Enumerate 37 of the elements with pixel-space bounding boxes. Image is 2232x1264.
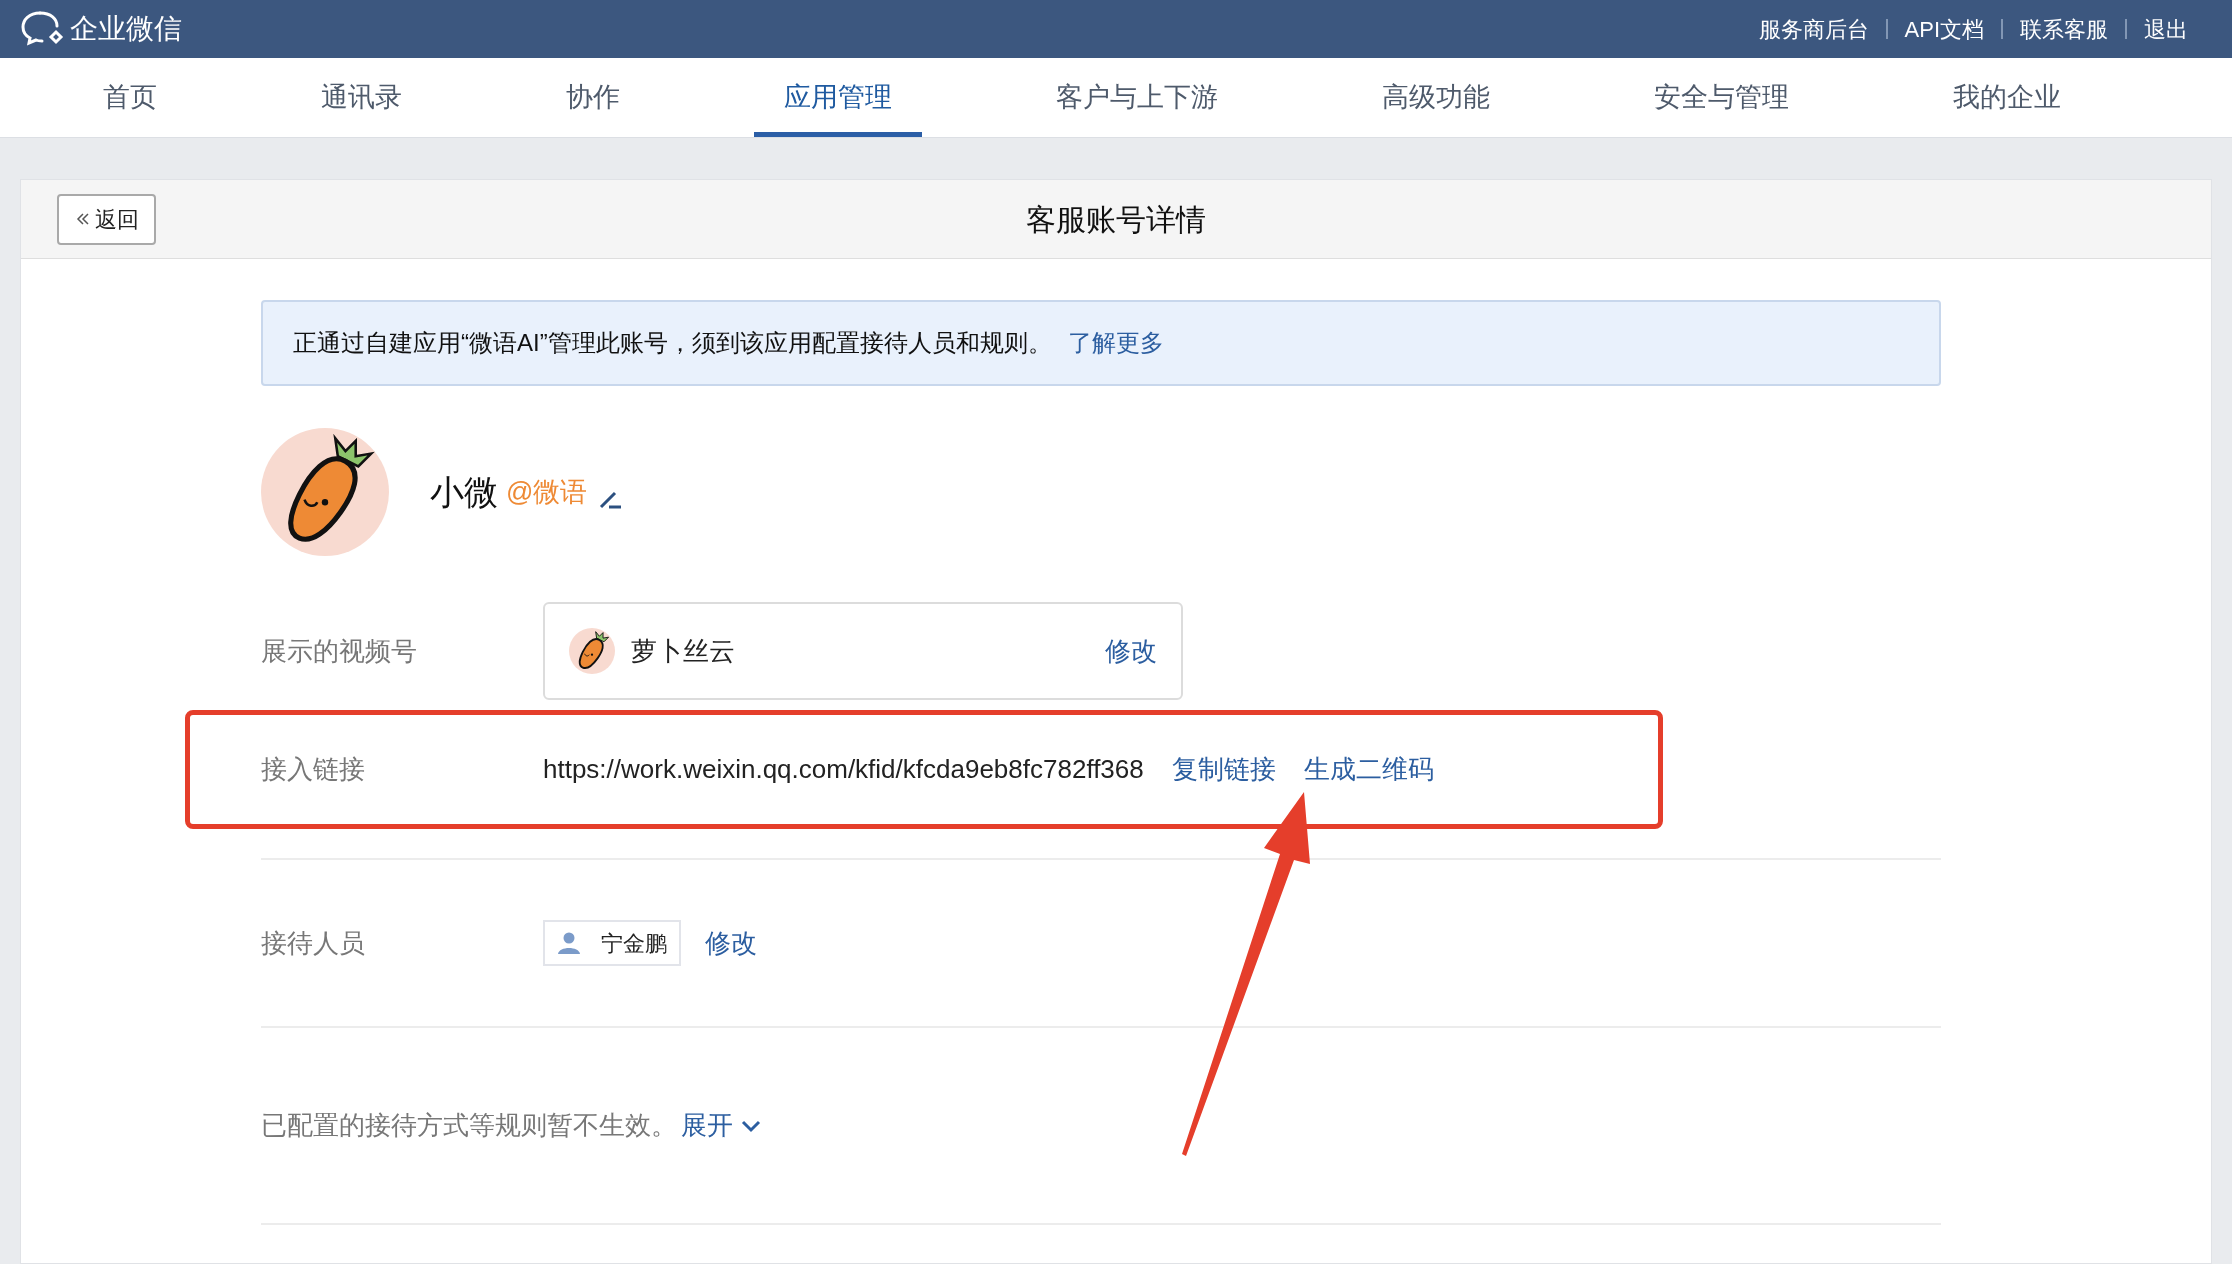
chevron-down-icon bbox=[741, 1118, 761, 1133]
action-link[interactable]: 修改 bbox=[705, 923, 757, 963]
chat-logo-icon bbox=[20, 10, 66, 48]
header-link[interactable]: 退出 bbox=[2144, 12, 2188, 46]
notice-text: 正通过自建应用“微语AI”管理此账号，须到该应用配置接待人员和规则。 bbox=[293, 328, 1052, 358]
pencil-icon[interactable] bbox=[599, 489, 624, 509]
action-link[interactable]: 生成二维码 bbox=[1303, 750, 1434, 789]
page-title: 客服账号详情 bbox=[1026, 201, 1206, 238]
account-handle: @微语 bbox=[506, 475, 588, 509]
rules-note: 已配置的接待方式等规则暂不生效。 bbox=[261, 1109, 677, 1142]
person-name: 宁金鹏 bbox=[601, 929, 667, 958]
nav-tab[interactable]: 应用管理 bbox=[754, 58, 922, 137]
account-name: 小微 bbox=[430, 471, 498, 513]
header-link[interactable]: 服务商后台 bbox=[1758, 12, 1869, 46]
access-link-url: https://work.weixin.qq.com/kfid/kfcda9eb8fc782ff368 bbox=[543, 753, 1144, 786]
nav-tab[interactable]: 安全与管理 bbox=[1654, 58, 1789, 137]
nav-tab[interactable]: 协作 bbox=[566, 58, 620, 137]
header-link[interactable]: API文档 bbox=[1904, 12, 1984, 46]
logo-text: 企业微信 bbox=[70, 12, 182, 46]
field-label: 展示的视频号 bbox=[261, 634, 418, 668]
expand-toggle[interactable]: 展开 bbox=[681, 1106, 761, 1145]
action-link[interactable]: 复制链接 bbox=[1171, 750, 1276, 789]
field-label: 接入链接 bbox=[261, 753, 366, 786]
person-icon bbox=[557, 931, 581, 955]
nav-tab[interactable]: 我的企业 bbox=[1953, 58, 2061, 137]
header-link[interactable]: 联系客服 bbox=[2020, 12, 2108, 46]
nav-tab[interactable]: 高级功能 bbox=[1382, 58, 1490, 137]
double-chevron-left-icon bbox=[74, 211, 91, 227]
nav-tab[interactable]: 通讯录 bbox=[321, 58, 402, 137]
learn-more-link[interactable]: 了解更多 bbox=[1067, 325, 1164, 361]
carrot-avatar-icon bbox=[569, 628, 615, 674]
field-label: 接待人员 bbox=[261, 926, 366, 960]
action-link[interactable]: 修改 bbox=[1105, 631, 1157, 671]
channel-name: 萝卜丝云 bbox=[631, 634, 736, 668]
back-button[interactable]: 返回 bbox=[57, 193, 156, 245]
nav-tab[interactable]: 客户与上下游 bbox=[1056, 58, 1218, 137]
nav-tab[interactable]: 首页 bbox=[103, 58, 157, 137]
